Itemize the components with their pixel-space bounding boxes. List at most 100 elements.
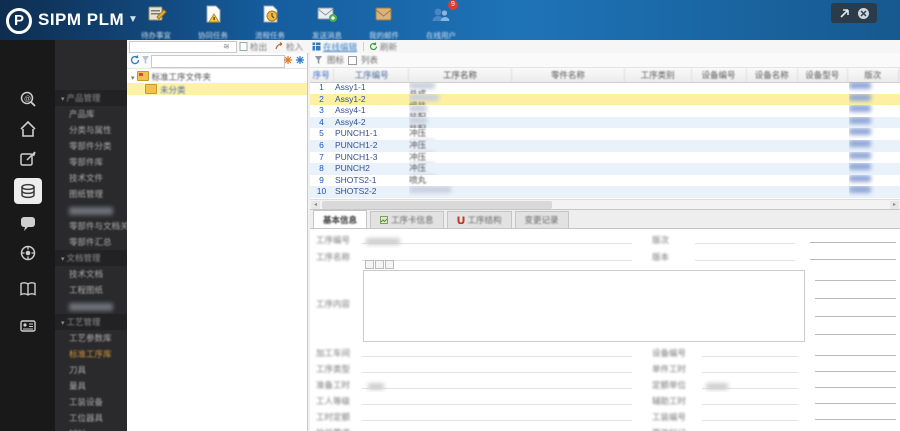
process-name-field[interactable] [362, 248, 632, 261]
scrollbar-thumb[interactable] [322, 201, 552, 209]
tree-root-node[interactable]: ▾ 标准工序文件夹 [127, 70, 307, 82]
library-icon[interactable] [14, 276, 42, 302]
message-search-icon[interactable]: @ [14, 86, 42, 112]
process-code-field[interactable] [362, 231, 632, 245]
sidebar-item-standard-process-library[interactable]: 标准工序库 [55, 346, 127, 362]
expand-all-icon[interactable] [283, 55, 293, 65]
editor-image-icon[interactable] [385, 260, 394, 269]
toolbar-todo-button[interactable]: 待办事宜 [130, 4, 182, 40]
pointer-icon[interactable] [838, 7, 851, 20]
tooling-code-field[interactable] [702, 408, 798, 421]
sidebar-item-product-library[interactable]: 产品库 [55, 106, 127, 122]
sidebar-item-cutters[interactable]: 刀具 [55, 362, 127, 378]
process-content-editor[interactable] [363, 270, 805, 342]
sidebar-item-process-params[interactable]: 工艺参数库 [55, 330, 127, 346]
view-icons-label[interactable]: 图标 [327, 54, 344, 66]
tab-process-structure[interactable]: 工序结构 [446, 211, 512, 228]
scroll-right-arrow[interactable]: ▸ [890, 201, 899, 209]
close-icon[interactable] [857, 7, 870, 20]
toolbar-collab-task-button[interactable]: 协同任务 [187, 4, 239, 40]
workshop-field[interactable] [362, 344, 632, 357]
table-row[interactable]: 6 PUNCH1-2 冲压 [310, 140, 900, 152]
version-field[interactable] [695, 248, 795, 261]
sidebar-item-auxiliary[interactable]: 辅料 [55, 426, 127, 431]
col-header-device-model[interactable]: 设备型号 [798, 68, 848, 82]
device-code-field[interactable] [702, 344, 798, 357]
tree-node-uncategorized[interactable]: 未分类 [127, 83, 307, 95]
table-row[interactable]: 3Assy4-1 装配 [310, 105, 900, 117]
sidebar-item-tech-files[interactable]: 技术文件 [55, 170, 127, 186]
tab-basic-info[interactable]: 基本信息 [313, 210, 368, 228]
table-row[interactable]: 7 PUNCH1-3 冲压 [310, 151, 900, 164]
scroll-left-arrow[interactable]: ◂ [311, 201, 320, 209]
sidebar-item-tooling-equipment[interactable]: 工装设备 [55, 394, 127, 410]
quick-search-input[interactable] [129, 41, 237, 53]
toolbar-mailbox-button[interactable]: 我的邮件 [358, 4, 410, 40]
view-list-checkbox[interactable] [348, 55, 358, 65]
col-header-num[interactable]: 序号 [310, 68, 334, 82]
chat-icon[interactable] [14, 210, 42, 236]
sidebar-item-redacted-1[interactable] [55, 202, 127, 218]
table-row[interactable]: 1Assy1-1 总成 [310, 82, 900, 94]
sidebar-item-class-attributes[interactable]: 分类与属性 [55, 122, 127, 138]
col-header-revision[interactable]: 版次 [848, 68, 899, 82]
editor-italic-icon[interactable] [375, 260, 384, 269]
revision-field[interactable] [695, 231, 795, 244]
table-row-selected[interactable]: 2Assy1-2 组装 [310, 93, 900, 106]
toolbar-online-users-button[interactable]: 9 在线用户 [415, 0, 467, 40]
col-header-name[interactable]: 工序名称 [409, 68, 513, 82]
col-header-device-name[interactable]: 设备名称 [747, 68, 798, 82]
editor-bold-icon[interactable] [365, 260, 374, 269]
database-icon[interactable] [14, 178, 42, 204]
process-type-field[interactable] [362, 360, 632, 373]
tab-process-card[interactable]: 工序卡信息 [370, 211, 444, 228]
checkout-button[interactable]: 检出 [239, 41, 267, 52]
view-list-label[interactable]: 列表 [361, 54, 378, 66]
table-row[interactable]: 4Assy4-2 装配 [310, 116, 900, 129]
col-header-code[interactable]: 工序编号 [334, 68, 409, 82]
table-row[interactable]: 8 PUNCH2 冲压 [310, 163, 900, 175]
tree-refresh-icon[interactable] [130, 55, 140, 65]
table-row[interactable]: 5 PUNCH1-1 冲压 [310, 128, 900, 140]
tree-caret-icon[interactable]: ▾ [131, 75, 135, 82]
sidebar-item-part-category[interactable]: 零部件分类 [55, 138, 127, 154]
tree-filter-icon[interactable] [141, 55, 150, 65]
sidebar-item-redacted-2[interactable] [55, 298, 127, 314]
prep-time-field[interactable] [362, 376, 632, 390]
checkin-button[interactable]: 检入 [275, 41, 303, 52]
online-edit-button[interactable]: 在线编辑 [312, 41, 357, 52]
col-header-part[interactable]: 零件名称 [512, 68, 625, 82]
col-header-device-code[interactable]: 设备编号 [692, 68, 747, 82]
tab-change-history[interactable]: 变更记录 [514, 211, 569, 228]
home-icon[interactable] [14, 116, 42, 142]
col-header-category[interactable]: 工序类别 [625, 68, 692, 82]
support-icon[interactable] [14, 240, 42, 266]
tree-search-input[interactable] [151, 55, 285, 68]
toolbar-send-message-button[interactable]: 发送消息 [301, 4, 353, 40]
search-match-icon[interactable]: ≋ [223, 42, 230, 51]
funnel-icon[interactable] [314, 55, 323, 65]
sidebar-item-tech-docs[interactable]: 技术文档 [55, 266, 127, 282]
table-row[interactable]: 9 SHOTS2-1 喷丸 [310, 174, 900, 187]
sidebar-item-eng-drawings[interactable]: 工程图纸 [55, 282, 127, 298]
sidebar-item-gauges[interactable]: 量具 [55, 378, 127, 394]
sidebar-item-part-doc-link[interactable]: 零部件与文档关联 [55, 218, 127, 234]
idcard-icon[interactable] [14, 313, 42, 339]
refresh-button[interactable]: 刷新 [369, 41, 397, 52]
sidebar-item-part-summary[interactable]: 零部件汇总 [55, 234, 127, 250]
inspection-field[interactable] [362, 424, 632, 431]
time-quota-field[interactable] [362, 408, 632, 421]
sidebar-group-product[interactable]: 产品管理 [55, 90, 127, 106]
unit-time-field[interactable] [702, 360, 798, 373]
aux-time-field[interactable] [702, 392, 798, 405]
toolbar-process-task-button[interactable]: 流程任务 [244, 4, 296, 40]
change-mark-field[interactable] [702, 424, 798, 431]
sidebar-group-document[interactable]: 文档管理 [55, 250, 127, 266]
table-row[interactable]: 10 SHOTS2-2 [310, 186, 900, 198]
sidebar-item-station-tools[interactable]: 工位器具 [55, 410, 127, 426]
collapse-all-icon[interactable] [295, 55, 305, 65]
quota-unit-field[interactable] [702, 376, 798, 390]
sidebar-group-process[interactable]: 工艺管理 [55, 314, 127, 330]
sidebar-item-part-library[interactable]: 零部件库 [55, 154, 127, 170]
sidebar-item-drawings[interactable]: 图纸管理 [55, 186, 127, 202]
